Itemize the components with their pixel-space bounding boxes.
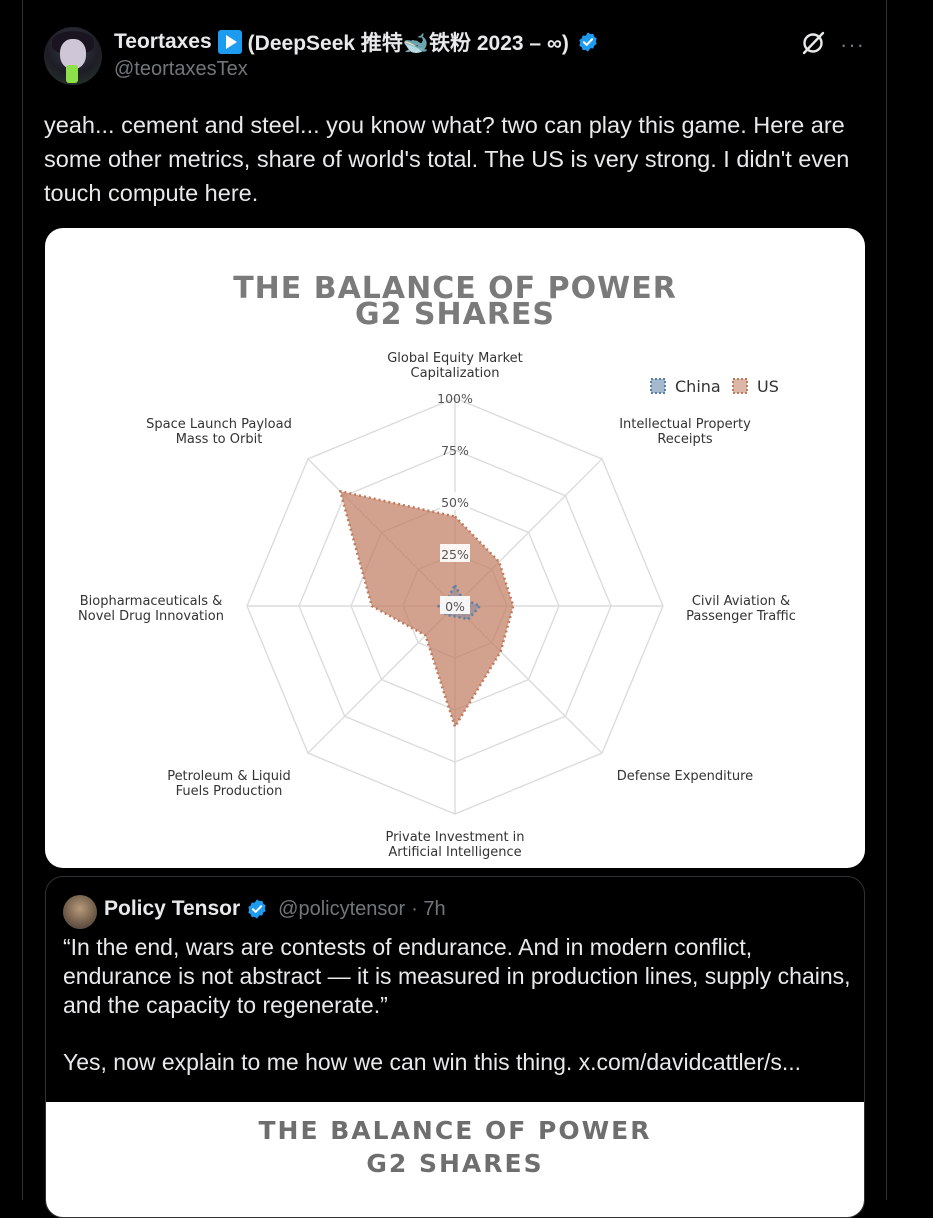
category-label-8-line1: Space Launch Payload [146,417,292,432]
quote-chart-image[interactable]: THE BALANCE OF POWER G2 SHARES [46,1102,864,1217]
quote-text-paragraph-1: “In the end, wars are contests of endura… [63,934,851,1018]
tweet-text: yeah... cement and steel... you know wha… [44,112,850,206]
quote-text: “In the end, wars are contests of endura… [63,933,853,1077]
timeline-border-left [22,0,23,1200]
category-label-2-line1: Intellectual Property [619,417,751,432]
quote-image-title-line1: THE BALANCE OF POWER [258,1116,652,1145]
category-label-5-line1: Private Investment in [385,830,524,845]
avatar[interactable] [44,27,102,85]
quote-author-row[interactable]: Policy Tensor @policytensor · 7h [104,897,446,921]
author-handle[interactable]: @teortaxesTex [114,58,248,81]
radar-chart: THE BALANCE OF POWERG2 SHARES0%25%50%75%… [78,271,796,860]
display-name-suffix[interactable]: (DeepSeek 推特🐋铁粉 2023 – ∞) [248,27,569,57]
quote-handle[interactable]: @policytensor [278,898,405,921]
radial-tick-label-1: 0% [445,599,465,614]
radial-tick-label-5: 100% [437,391,473,406]
category-label-5-line2: Artificial Intelligence [388,845,521,860]
verified-icon [579,32,597,52]
play-badge-icon [217,30,242,54]
grok-icon[interactable] [800,30,826,56]
quoted-tweet[interactable]: Policy Tensor @policytensor · 7h “In the… [45,876,865,1218]
category-label-6-line2: Fuels Production [176,784,283,799]
category-label-1-line2: Capitalization [411,366,500,381]
quote-image-title-line2: G2 SHARES [366,1149,544,1178]
more-icon[interactable]: ··· [840,32,865,58]
quote-text-paragraph-2: Yes, now explain to me how we can win th… [63,1049,802,1075]
display-name[interactable]: Teortaxes [114,30,212,54]
quote-avatar[interactable] [63,895,97,929]
quote-timestamp[interactable]: · 7h [411,898,445,921]
legend-swatch-us [732,378,748,394]
category-label-3-line2: Passenger Traffic [686,609,796,624]
radial-tick-label-4: 75% [441,443,469,458]
radial-tick-label-3: 50% [441,495,469,510]
series-area-us [338,489,515,728]
timeline-border-right [886,0,887,1200]
category-label-3-line1: Civil Aviation & [692,594,790,609]
category-label-7-line1: Biopharmaceuticals & [80,594,223,609]
chart-image[interactable]: THE BALANCE OF POWER G2 SHARES 0% 25% 50% 75%… [45,228,865,868]
author-name-row[interactable]: Teortaxes (DeepSeek 推特🐋铁粉 2023 – ∞) [114,28,599,56]
category-label-7-line2: Novel Drug Innovation [78,609,224,624]
category-label-2-line2: Receipts [657,432,713,447]
verified-icon [248,899,266,919]
chart-title-line2: G2 SHARES [355,297,555,332]
category-label-8-line2: Mass to Orbit [176,432,263,447]
legend-label-us: US [757,377,779,396]
category-label-6-line1: Petroleum & Liquid [167,769,291,784]
category-label-4-line1: Defense Expenditure [617,769,753,784]
radial-tick-label-2: 25% [441,547,469,562]
category-label-1-line1: Global Equity Market [387,351,523,366]
quote-display-name[interactable]: Policy Tensor [104,897,240,921]
legend-label-china: China [675,377,721,396]
legend-swatch-china [650,378,666,394]
